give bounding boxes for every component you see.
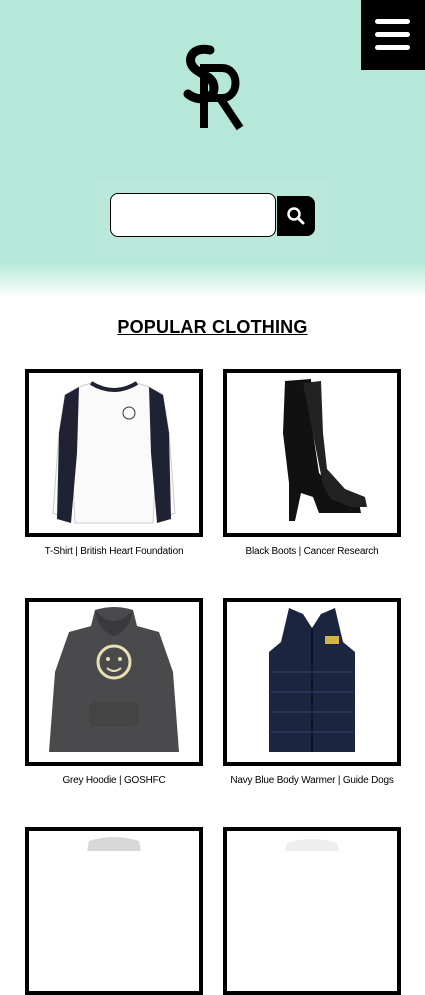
product-image[interactable]	[25, 827, 203, 995]
logo-icon	[183, 44, 244, 131]
product-caption[interactable]: T-Shirt | British Heart Foundation	[25, 546, 203, 557]
product-caption[interactable]: Black Boots | Cancer Research	[223, 546, 401, 557]
product-card[interactable]: Navy Blue Body Warmer | Guide Dogs	[223, 598, 401, 786]
grey-hoodie-image	[49, 607, 179, 752]
product-image[interactable]	[25, 598, 203, 766]
product-card[interactable]	[223, 827, 401, 995]
menu-button[interactable]	[361, 0, 425, 70]
hamburger-icon-bar	[375, 32, 410, 37]
product-card[interactable]: Black Boots | Cancer Research	[223, 369, 401, 557]
grey-garment-image	[87, 837, 141, 851]
product-image[interactable]	[223, 827, 401, 995]
section-title: POPULAR CLOTHING	[117, 317, 308, 337]
product-caption[interactable]: Grey Hoodie | GOSHFC	[25, 775, 203, 786]
product-card[interactable]: T-Shirt | British Heart Foundation	[25, 369, 203, 557]
hamburger-icon	[375, 19, 410, 24]
search-icon	[287, 207, 305, 225]
black-knee-high-boot-image	[283, 379, 367, 521]
search-button[interactable]	[277, 196, 315, 236]
product-caption[interactable]: Navy Blue Body Warmer | Guide Dogs	[223, 775, 401, 786]
white-long-sleeve-tshirt-image	[52, 381, 176, 524]
product-card[interactable]	[25, 827, 203, 995]
product-image[interactable]	[223, 369, 401, 537]
product-card[interactable]: Grey Hoodie | GOSHFC	[25, 598, 203, 786]
hamburger-icon-bar	[375, 45, 410, 50]
navy-body-warmer-image	[269, 608, 355, 752]
product-image[interactable]	[223, 598, 401, 766]
white-garment-image	[285, 839, 339, 851]
product-image[interactable]	[25, 369, 203, 537]
search-input[interactable]	[110, 193, 276, 237]
site-logo[interactable]	[180, 42, 250, 134]
